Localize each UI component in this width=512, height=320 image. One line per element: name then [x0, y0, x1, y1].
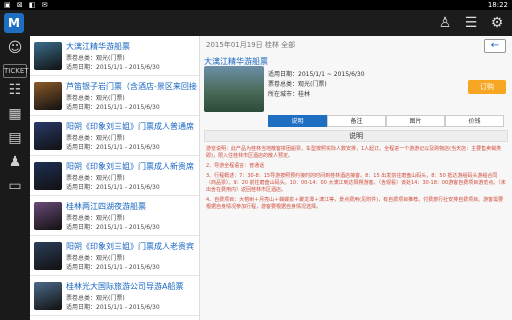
order-button[interactable]: 订购 — [468, 80, 506, 94]
list-item[interactable]: 大漓江精华游船票 票卷总类：观光(门票) 适用日期：2015/1/1 - 2015/… — [30, 36, 199, 76]
side-nav: ☺ TICKET ☷ ▦ ▤ ♟ ▭ — [0, 36, 30, 320]
status-bar: ▣ ⊠ ◧ ✉ 18:22 — [0, 0, 512, 10]
item-title: 阳朔《印象刘三姐》门票成人新贵席 — [66, 162, 194, 171]
description-text: 游览说明：此产品为桂林当地散客拼团船票，车型按照实际人数安排，1人起订。全程进一… — [206, 146, 506, 214]
list-item[interactable]: 阳朔《印象刘三姐》门票成人老贵宾 票卷总类：观光(门票) 适用日期：2015/1/1… — [30, 236, 199, 276]
item-type: 票卷总类：观光(门票) — [66, 255, 125, 262]
item-title: 芦笛银子岩门票（含酒店-景区来回接 — [66, 82, 197, 91]
detail-panel: 2015年01月19日 桂林 全部 ← 大漓江精华游船票 适用日期：2015/1… — [200, 36, 512, 320]
detail-dates: 适用日期：2015/1/1 ~ 2015/6/30 — [268, 71, 365, 78]
list-item[interactable]: 桂林两江四湖夜游船票 票卷总类：观光(门票) 适用日期：2015/1/1 - 201… — [30, 196, 199, 236]
item-thumbnail — [34, 282, 62, 310]
detail-type: 票卷总类：观光(门票) — [268, 81, 327, 88]
item-thumbnail — [34, 122, 62, 150]
item-type: 票卷总类：观光(门票) — [66, 215, 125, 222]
tab-notes[interactable]: 备注 — [327, 115, 386, 127]
list-item[interactable]: 阳朔《印象刘三姐》门票成人普通席 票卷总类：观光(门票) 适用日期：2015/1/1… — [30, 116, 199, 156]
tab-price[interactable]: 价钱 — [445, 115, 504, 127]
item-dates: 适用日期：2015/1/1 - 2015/6/30 — [66, 104, 160, 111]
app-logo[interactable]: M — [4, 13, 24, 33]
section-title: 说明 — [204, 130, 508, 142]
item-type: 票卷总类：观光(门票) — [66, 295, 125, 302]
detail-image — [204, 66, 264, 112]
list-item[interactable]: 阳朔《印象刘三姐》门票成人新贵席 票卷总类：观光(门票) 适用日期：2015/1/1… — [30, 156, 199, 196]
item-dates: 适用日期：2015/1/1 - 2015/6/30 — [66, 224, 160, 231]
sidebar-item-list[interactable]: ☷ — [0, 78, 30, 102]
item-title: 大漓江精华游船票 — [66, 42, 130, 51]
item-title: 桂林两江四湖夜游船票 — [66, 202, 146, 211]
app-bar: M ♙ ☰ ⚙ — [0, 10, 512, 36]
desc-paragraph: 4、自费项目：大榕树＋月亮山＋蝴蝶泉＋聚龙潭＋漓江等，景点费用(见附件)，有自费… — [206, 197, 504, 210]
ticket-list: 大漓江精华游船票 票卷总类：观光(门票) 适用日期：2015/1/1 - 2015/… — [30, 36, 200, 320]
profile-icon[interactable]: ♙ — [436, 14, 454, 32]
item-thumbnail — [34, 242, 62, 270]
sidebar-item-grid[interactable]: ▦ — [0, 102, 30, 126]
list-item[interactable]: 芦笛银子岩门票（含酒店-景区来回接 票卷总类：观光(门票) 适用日期：2015/1/… — [30, 76, 199, 116]
sidebar-item-ticket[interactable]: TICKET — [3, 64, 29, 78]
item-thumbnail — [34, 202, 62, 230]
item-title: 桂林光大国际旅游公司导游A船票 — [66, 282, 184, 291]
item-thumbnail — [34, 162, 62, 190]
menu-icon[interactable]: ☰ — [462, 14, 480, 32]
item-type: 票卷总类：观光(门票) — [66, 95, 125, 102]
tab-images[interactable]: 图片 — [386, 115, 445, 127]
desc-paragraph: 2、导游全程语言：普通话 — [206, 163, 265, 169]
item-type: 票卷总类：观光(门票) — [66, 135, 125, 142]
item-thumbnail — [34, 82, 62, 110]
list-item[interactable]: 桂林光大国际旅游公司导游A船票 票卷总类：观光(门票) 适用日期：2015/1/1 … — [30, 276, 199, 316]
item-title: 阳朔《印象刘三姐》门票成人老贵宾 — [66, 242, 194, 251]
back-button[interactable]: ← — [484, 39, 506, 53]
item-dates: 适用日期：2015/1/1 - 2015/6/30 — [66, 264, 160, 271]
item-dates: 适用日期：2015/1/1 - 2015/6/30 — [66, 144, 160, 151]
item-dates: 适用日期：2015/1/1 - 2015/6/30 — [66, 184, 160, 191]
tab-description[interactable]: 说明 — [268, 115, 327, 127]
item-dates: 适用日期：2015/1/1 - 2015/6/30 — [66, 64, 160, 71]
detail-header: 2015年01月19日 桂林 全部 — [206, 41, 296, 49]
item-thumbnail — [34, 42, 62, 70]
item-type: 票卷总类：观光(门票) — [66, 55, 125, 62]
sidebar-item-user[interactable]: ☺ — [0, 36, 30, 60]
settings-icon[interactable]: ⚙ — [488, 14, 506, 32]
desc-paragraph: 3、行程概述：7：30-8：15导游按照预约接时的时间到桂林酒店接客。8：15 … — [206, 173, 506, 193]
detail-tabs: 说明 备注 图片 价钱 — [268, 115, 504, 127]
sidebar-item-atm[interactable]: ▭ — [0, 174, 30, 198]
item-type: 票卷总类：观光(门票) — [66, 175, 125, 182]
sidebar-item-person[interactable]: ♟ — [0, 150, 30, 174]
item-dates: 适用日期：2015/1/1 - 2015/6/30 — [66, 304, 160, 311]
status-icons: ▣ ⊠ ◧ ✉ — [4, 1, 50, 9]
item-title: 阳朔《印象刘三姐》门票成人普通席 — [66, 122, 194, 131]
detail-city: 所在城市：桂林 — [268, 91, 311, 98]
sidebar-item-card[interactable]: ▤ — [0, 126, 30, 150]
desc-paragraph: 游览说明：此产品为桂林当地散客拼团船票，车型按照实际人数安排，1人起订。全程进一… — [206, 146, 502, 159]
status-time: 18:22 — [487, 1, 508, 9]
